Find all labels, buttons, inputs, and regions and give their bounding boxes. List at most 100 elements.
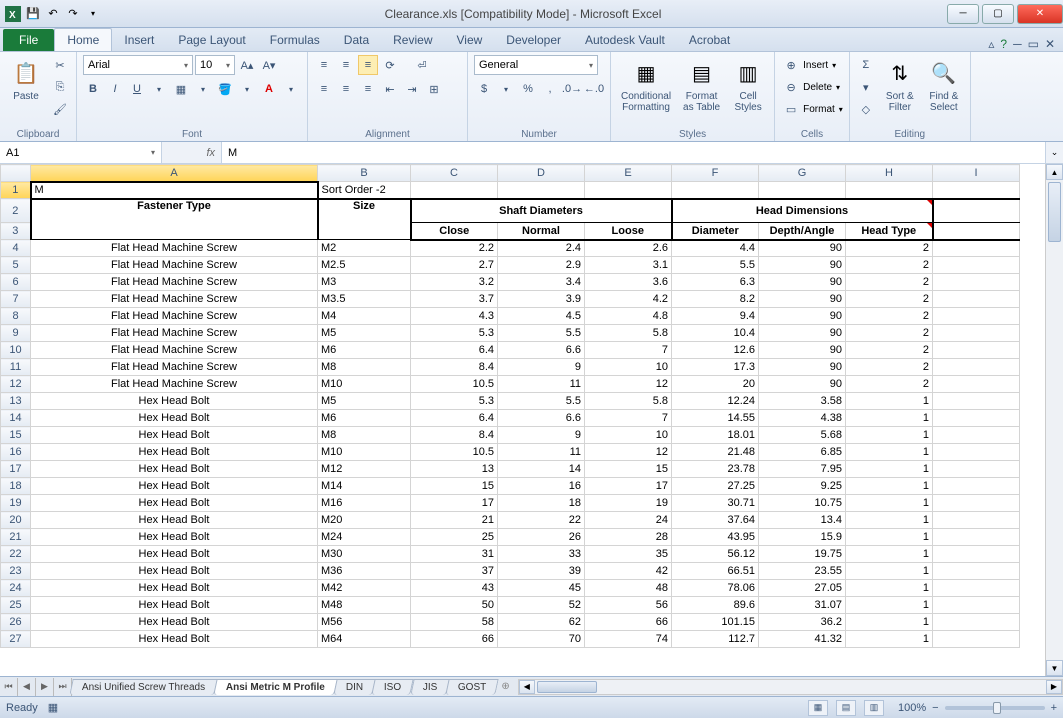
cell[interactable]: 1 [846, 614, 933, 631]
cell[interactable]: 16 [498, 478, 585, 495]
cell[interactable]: 19.75 [759, 546, 846, 563]
row-header[interactable]: 13 [1, 393, 31, 410]
tab-file[interactable]: File [3, 29, 54, 51]
col-header-B[interactable]: B [318, 165, 411, 182]
fill-color-button[interactable]: 🪣 [215, 79, 235, 99]
cell[interactable]: Flat Head Machine Screw [31, 359, 318, 376]
border-dropdown-icon[interactable]: ▾ [193, 79, 213, 99]
horizontal-scrollbar[interactable]: ◀ ▶ [518, 679, 1063, 695]
underline-button[interactable]: U [127, 79, 147, 99]
cell[interactable]: 8.4 [411, 359, 498, 376]
cell[interactable]: M4 [318, 308, 411, 325]
tab-data[interactable]: Data [332, 29, 381, 51]
cell[interactable]: Fastener Type [31, 199, 318, 240]
cell[interactable]: 39 [498, 563, 585, 580]
row-header[interactable]: 17 [1, 461, 31, 478]
cell[interactable]: M14 [318, 478, 411, 495]
cell[interactable]: 18.01 [672, 427, 759, 444]
select-all-button[interactable] [1, 165, 31, 182]
sort-filter-button[interactable]: ⇅Sort & Filter [880, 55, 920, 115]
align-middle-icon[interactable]: ≡ [336, 55, 356, 75]
col-header-D[interactable]: D [498, 165, 585, 182]
row-header[interactable]: 7 [1, 291, 31, 308]
tab-page-layout[interactable]: Page Layout [166, 29, 257, 51]
scroll-thumb[interactable] [1048, 182, 1061, 242]
normal-view-icon[interactable]: ▦ [808, 700, 828, 716]
cell[interactable] [933, 614, 1020, 631]
cell[interactable]: 2.2 [411, 240, 498, 257]
cell[interactable] [933, 444, 1020, 461]
cell[interactable] [933, 182, 1020, 199]
fill-icon[interactable]: ▾ [856, 77, 876, 97]
cell[interactable]: Hex Head Bolt [31, 461, 318, 478]
delete-cells-icon[interactable]: ⊖ [781, 77, 801, 97]
row-header[interactable]: 15 [1, 427, 31, 444]
cell[interactable]: 1 [846, 393, 933, 410]
col-header-H[interactable]: H [846, 165, 933, 182]
cell[interactable]: M8 [318, 427, 411, 444]
row-header[interactable]: 14 [1, 410, 31, 427]
cell[interactable]: 13.4 [759, 512, 846, 529]
format-cells-button[interactable]: Format [803, 104, 835, 115]
cell[interactable]: 5.8 [585, 393, 672, 410]
undo-icon[interactable]: ↶ [44, 5, 62, 23]
cell[interactable]: Hex Head Bolt [31, 631, 318, 648]
insert-cells-icon[interactable]: ⊕ [781, 55, 801, 75]
cell[interactable] [933, 597, 1020, 614]
cell[interactable] [933, 325, 1020, 342]
delete-cells-button[interactable]: Delete [803, 82, 832, 93]
cell[interactable]: 58 [411, 614, 498, 631]
cell[interactable]: 7 [585, 342, 672, 359]
cell[interactable] [933, 199, 1020, 223]
redo-icon[interactable]: ↷ [64, 5, 82, 23]
cell[interactable]: 5.5 [672, 257, 759, 274]
col-header-I[interactable]: I [933, 165, 1020, 182]
cell[interactable]: 1 [846, 631, 933, 648]
cell[interactable]: 37.64 [672, 512, 759, 529]
maximize-button[interactable]: ▢ [982, 4, 1014, 24]
zoom-slider[interactable] [945, 706, 1045, 710]
cell[interactable]: 11 [498, 444, 585, 461]
row-header[interactable]: 8 [1, 308, 31, 325]
cell[interactable]: M30 [318, 546, 411, 563]
insert-dropdown-icon[interactable]: ▾ [832, 61, 836, 70]
cell[interactable]: 13 [411, 461, 498, 478]
cell[interactable]: Head Dimensions [672, 199, 933, 223]
increase-decimal-icon[interactable]: .0→ [562, 79, 582, 99]
cell[interactable] [933, 580, 1020, 597]
cell[interactable]: 3.58 [759, 393, 846, 410]
zoom-out-icon[interactable]: − [932, 702, 938, 714]
cell[interactable]: M42 [318, 580, 411, 597]
cell[interactable]: Flat Head Machine Screw [31, 325, 318, 342]
cell[interactable]: 1 [846, 478, 933, 495]
cell[interactable] [933, 308, 1020, 325]
align-bottom-icon[interactable]: ≡ [358, 55, 378, 75]
clear-icon[interactable]: ◇ [856, 99, 876, 119]
cell[interactable]: 1 [846, 444, 933, 461]
row-header[interactable]: 23 [1, 563, 31, 580]
cell[interactable]: 2 [846, 240, 933, 257]
row-header[interactable]: 21 [1, 529, 31, 546]
cell[interactable]: 5.3 [411, 393, 498, 410]
currency-icon[interactable]: $ [474, 79, 494, 99]
format-dropdown-icon[interactable]: ▾ [839, 105, 843, 114]
cell[interactable]: 112.7 [672, 631, 759, 648]
row-header[interactable]: 19 [1, 495, 31, 512]
cell[interactable]: Flat Head Machine Screw [31, 291, 318, 308]
cell[interactable]: 11 [498, 376, 585, 393]
cell[interactable]: 1 [846, 427, 933, 444]
cell[interactable]: 7 [585, 410, 672, 427]
cell[interactable]: 5.3 [411, 325, 498, 342]
cell[interactable]: M10 [318, 444, 411, 461]
cell[interactable]: 90 [759, 240, 846, 257]
cell[interactable] [933, 512, 1020, 529]
cell[interactable]: 27.05 [759, 580, 846, 597]
bold-button[interactable]: B [83, 79, 103, 99]
sheet-tab[interactable]: JIS [410, 679, 450, 695]
cell[interactable]: 10 [585, 359, 672, 376]
macro-record-icon[interactable]: ▦ [48, 701, 58, 714]
cell[interactable]: 36.2 [759, 614, 846, 631]
wrap-text-icon[interactable]: ⏎ [412, 55, 432, 75]
close-button[interactable]: ✕ [1017, 4, 1063, 24]
name-box[interactable]: A1▾ [0, 142, 162, 163]
